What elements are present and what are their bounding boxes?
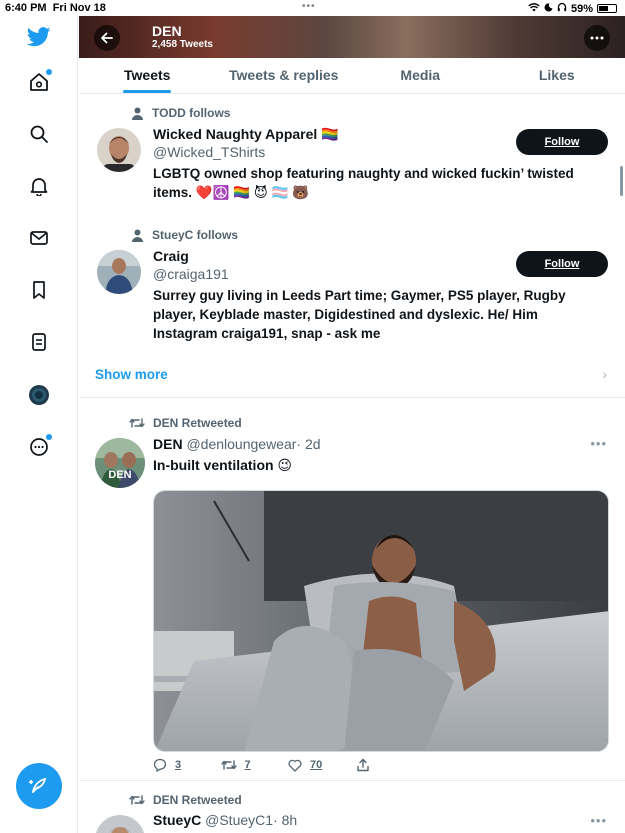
reply-button[interactable]: 3 (153, 758, 221, 772)
more-dots-icon (590, 36, 604, 40)
suggestion-handle[interactable]: @craiga191 (153, 266, 229, 282)
compose-tweet-icon (29, 777, 47, 793)
retweet-icon (129, 795, 145, 805)
retweet-button[interactable]: 7 (220, 758, 289, 772)
like-button[interactable]: 70 (288, 758, 356, 772)
avatar[interactable] (97, 250, 141, 294)
show-more-row[interactable]: Show more › (79, 360, 625, 398)
reply-icon (153, 758, 167, 772)
tab-media[interactable]: Media (352, 58, 489, 93)
tweet-author[interactable]: StueyC @StueyC1· 8h (153, 812, 297, 828)
follow-suggestion[interactable]: StueyC follows Craig @craiga191 Surrey g… (79, 224, 625, 360)
scrollbar[interactable] (620, 166, 623, 196)
profile-header-banner: DEN 2,458 Tweets (79, 16, 625, 58)
tweet-media-image[interactable] (153, 490, 609, 752)
social-context: StueyC follows (131, 228, 238, 242)
person-icon (132, 107, 143, 120)
search-icon[interactable] (26, 121, 52, 147)
bookmarks-icon[interactable] (26, 277, 52, 303)
retweet-icon (220, 760, 237, 770)
tweet[interactable]: DEN Retweeted StueyC @StueyC1· 8h ••• (79, 781, 625, 833)
retweet-context: DEN Retweeted (129, 793, 242, 807)
suggestion-bio: Surrey guy living in Leeds Part time; Ga… (153, 288, 566, 341)
more-notification-dot (46, 434, 52, 440)
heart-icon (288, 759, 302, 772)
profile-avatar-icon[interactable] (26, 382, 52, 408)
follow-button[interactable]: Follow (516, 251, 608, 277)
profile-name: DEN (152, 23, 182, 39)
suggestion-name[interactable]: Wicked Naughty Apparel 🏳️‍🌈 (153, 126, 339, 143)
headphones-icon (557, 2, 567, 15)
battery-percent: 59% (570, 2, 593, 15)
avatar[interactable] (97, 128, 141, 172)
status-indicators: 59% (528, 2, 617, 15)
avatar[interactable] (95, 815, 145, 833)
tweet-count: 2,458 Tweets (152, 39, 213, 50)
suggestion-handle[interactable]: @Wicked_TShirts (153, 144, 265, 160)
avatar[interactable]: DEN (95, 438, 145, 488)
tweet[interactable]: DEN Retweeted DEN DEN @denloungewear· 2d… (79, 406, 625, 780)
retweet-icon (129, 418, 145, 428)
lists-icon[interactable] (26, 329, 52, 355)
profile-tabs: Tweets Tweets & replies Media Likes (79, 58, 625, 94)
more-options-icon[interactable] (26, 434, 52, 460)
status-bar: 6:40 PM Fri Nov 18 ••• 59% (0, 0, 625, 16)
tab-tweets-replies[interactable]: Tweets & replies (216, 58, 353, 93)
retweet-context: DEN Retweeted (129, 416, 242, 430)
svg-text:DEN: DEN (108, 469, 131, 481)
home-notification-dot (46, 69, 52, 75)
sidebar-nav (0, 16, 78, 833)
chevron-right-icon: › (602, 366, 607, 382)
profile-more-button[interactable] (584, 25, 610, 51)
social-context: TODD follows (131, 106, 230, 120)
tab-tweets[interactable]: Tweets (79, 58, 216, 93)
battery-icon (597, 4, 617, 13)
moon-icon (544, 2, 553, 15)
person-icon (132, 229, 143, 242)
messages-envelope-icon[interactable] (26, 225, 52, 251)
follow-button[interactable]: Follow (516, 129, 608, 155)
compose-tweet-button[interactable] (16, 763, 62, 809)
tweet-actions: 3 7 70 (153, 758, 423, 772)
status-time: 6:40 PM Fri Nov 18 (5, 2, 106, 14)
home-icon[interactable] (26, 69, 52, 95)
twitter-logo-icon[interactable] (26, 24, 52, 50)
tweet-text: In-built ventilation 😉 (153, 457, 293, 473)
tab-likes[interactable]: Likes (489, 58, 625, 93)
tweet-author[interactable]: DEN @denloungewear· 2d (153, 436, 321, 452)
share-button[interactable] (356, 758, 424, 772)
suggestion-name[interactable]: Craig (153, 248, 189, 264)
notifications-bell-icon[interactable] (26, 173, 52, 199)
tweet-more-icon[interactable]: ••• (590, 436, 607, 451)
wifi-icon (528, 2, 540, 15)
show-more-link[interactable]: Show more (95, 367, 168, 382)
back-arrow-icon (101, 32, 113, 44)
suggestion-bio: LGBTQ owned shop featuring naughty and w… (153, 166, 574, 200)
follow-suggestion[interactable]: TODD follows Wicked Naughty Apparel 🏳️‍🌈… (79, 94, 625, 224)
back-button[interactable] (94, 25, 120, 51)
share-icon (356, 758, 369, 772)
tweet-more-icon[interactable]: ••• (590, 813, 607, 828)
multitasking-dots-icon[interactable]: ••• (302, 1, 316, 12)
